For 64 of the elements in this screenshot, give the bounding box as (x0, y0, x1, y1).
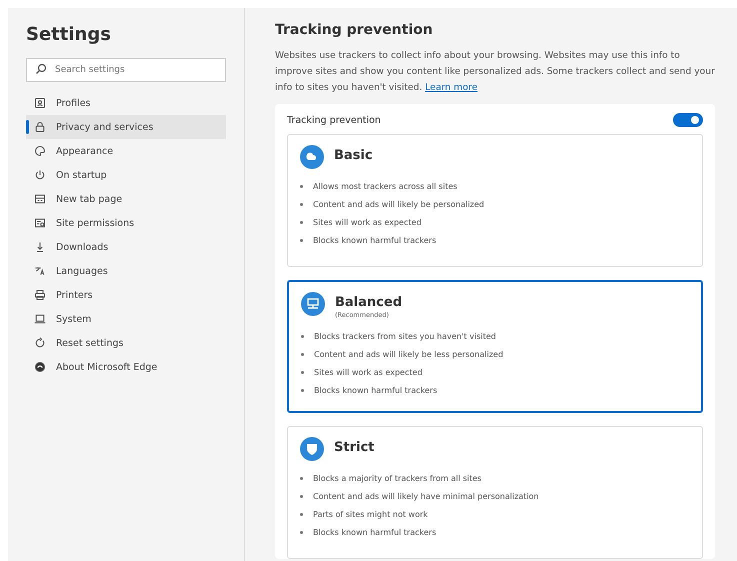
menu-item-icon (34, 361, 46, 373)
bullet-icon (300, 476, 303, 480)
sidebar-item[interactable]: Languages (26, 259, 226, 283)
sidebar-item[interactable]: Profiles (26, 91, 226, 115)
option-point: Sites will work as expected (314, 368, 422, 376)
option-title: Balanced (335, 294, 402, 312)
sidebar-item[interactable]: On startup (26, 163, 226, 187)
option-point: Blocks a majority of trackers from all sites (313, 474, 482, 482)
settings-title: Settings (26, 24, 112, 45)
menu-item-icon (34, 169, 46, 181)
setting-label: Tracking prevention (287, 114, 381, 126)
sidebar-item[interactable]: Downloads (26, 235, 226, 259)
bullet-icon (300, 184, 303, 188)
bullet-icon (300, 220, 303, 224)
menu-item-icon (34, 265, 46, 277)
menu-item-icon (34, 217, 46, 229)
option-point: Blocks known harmful trackers (314, 386, 438, 394)
sidebar-item[interactable]: System (26, 307, 226, 331)
sidebar-item[interactable]: Reset settings (26, 331, 226, 355)
option-point: Content and ads will likely be personalized (313, 200, 484, 208)
sidebar-item[interactable]: Appearance (26, 139, 226, 163)
option-point: Content and ads will likely have minimal personalization (313, 492, 539, 500)
option-point: Blocks known harmful trackers (313, 236, 436, 244)
menu-item-icon (34, 121, 46, 133)
sidebar-item[interactable]: Printers (26, 283, 226, 307)
menu-item-icon (34, 97, 46, 109)
option-point: Content and ads will likely be less personalized (314, 350, 504, 358)
option-point: Allows most trackers across all sites (313, 182, 458, 190)
toggle-switch[interactable] (673, 113, 703, 127)
bullet-icon (301, 334, 304, 338)
sidebar-item[interactable]: Site permissions (26, 211, 226, 235)
menu-item-icon (34, 337, 46, 349)
option-card[interactable]: Basic Allows most trackers across all sites Content and ads will likely be personalized Sites will work as expected Blocks known harmful trackers (287, 134, 703, 267)
sidebar-item[interactable]: Privacy and services (26, 115, 226, 139)
bullet-icon (301, 388, 304, 392)
bullet-icon (300, 530, 303, 534)
option-title: Strict (334, 439, 374, 457)
description-text: Websites use trackers to collect info about your browsing. Websites may use this info to improve sites and show you content like personalized ads. Some trackers collect and send your info to sites you haven't visited. Learn more (275, 49, 715, 95)
bullet-icon (301, 352, 304, 356)
option-icon (300, 145, 324, 169)
option-point: Sites will work as expected (313, 218, 422, 226)
bullet-icon (300, 202, 303, 206)
menu-item-icon (34, 193, 46, 205)
option-point: Parts of sites might not work (313, 510, 428, 518)
option-point: Blocks known harmful trackers (313, 528, 436, 536)
bullet-icon (300, 512, 303, 516)
option-point: Blocks trackers from sites you haven't visited (314, 332, 496, 340)
search-field[interactable]: Search settings (26, 58, 226, 82)
section-title: Tracking prevention (275, 22, 434, 38)
search-icon (35, 63, 47, 75)
option-icon (301, 292, 325, 316)
bullet-icon (301, 370, 304, 374)
menu-item-icon (34, 241, 46, 253)
sidebar-item[interactable]: New tab page (26, 187, 226, 211)
menu-item-icon (34, 313, 46, 325)
sidebar-item[interactable]: About Microsoft Edge (26, 355, 226, 379)
bullet-icon (300, 494, 303, 498)
bullet-icon (300, 238, 303, 242)
menu-item-icon (34, 289, 46, 301)
option-icon (300, 437, 324, 461)
option-title: Basic (334, 147, 373, 165)
learn-more-link[interactable]: Learn more (425, 82, 478, 93)
option-card[interactable]: Strict Blocks a majority of trackers from all sites Content and ads will likely have minimal personalization Parts of sites might not work Blocks known harmful trackers (287, 426, 703, 559)
menu-item-icon (34, 145, 46, 157)
